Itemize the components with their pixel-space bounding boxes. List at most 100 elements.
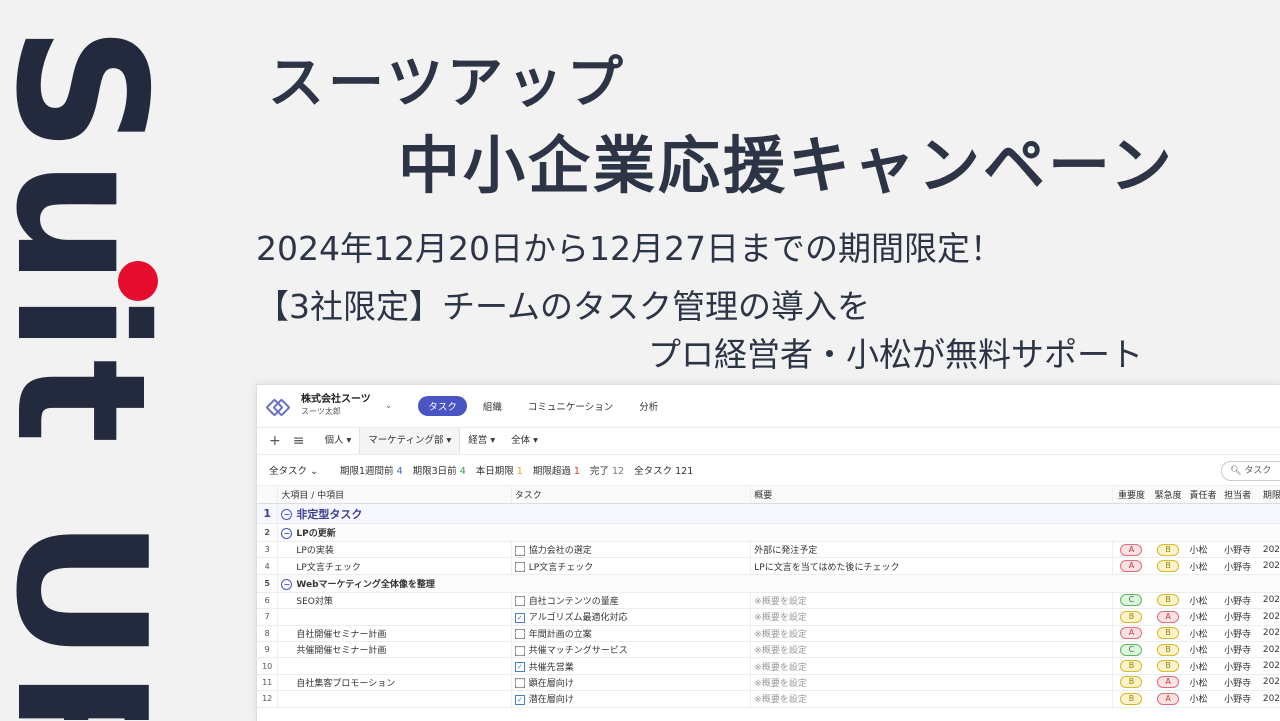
owner-cell[interactable]: 小松	[1186, 557, 1222, 575]
owner-cell[interactable]: 小松	[1186, 625, 1222, 642]
category-cell[interactable]: 自社開催セミナー計画	[277, 625, 512, 642]
checkbox-icon[interactable]	[514, 629, 525, 640]
menu-icon[interactable]: ≡	[293, 433, 305, 449]
group-cell[interactable]: − Webマーケティング全体像を整理	[277, 574, 1280, 593]
assignee-cell[interactable]: 小野寺	[1221, 690, 1260, 708]
table-row[interactable]: 8自社開催セミナー計画 年間計画の立案 ※概要を設定 A B 小松小野寺2023/03	[257, 625, 1280, 642]
table-row[interactable]: 4 LP文言チェック LP文言チェック LPに文言を当てはめた後にチェック A B 小松 小野…	[257, 557, 1280, 575]
summary-cell[interactable]: ※概要を設定	[750, 641, 1114, 659]
importance-cell[interactable]: B	[1112, 657, 1150, 675]
group-cell[interactable]: − LPの更新	[277, 523, 1280, 542]
task-cell[interactable]: 年間計画の立案	[511, 625, 752, 642]
owner-cell[interactable]: 小松	[1186, 690, 1222, 708]
tab-all[interactable]: 全体 ▾	[503, 428, 546, 454]
task-cell[interactable]: LP文言チェック	[511, 557, 752, 575]
summary-cell[interactable]: ※概要を設定	[750, 674, 1114, 692]
table-row[interactable]: 6SEO対策 自社コンテンツの量産 ※概要を設定 C B 小松小野寺2023/03	[257, 592, 1280, 610]
deadline-cell[interactable]: 2023/03	[1259, 625, 1280, 642]
urgency-cell[interactable]: B	[1149, 592, 1187, 610]
summary-cell[interactable]: ※概要を設定	[750, 690, 1114, 708]
owner-cell[interactable]: 小松	[1186, 641, 1222, 659]
table-row[interactable]: 12✓潜在層向け※概要を設定BA小松小野寺2023/03	[257, 690, 1280, 708]
urgency-cell[interactable]: A	[1149, 608, 1187, 626]
nav-communication[interactable]: コミュニケーション	[518, 396, 623, 416]
tab-management[interactable]: 経営 ▾	[460, 428, 503, 454]
checkbox-checked-icon[interactable]: ✓	[514, 662, 525, 673]
checkbox-icon[interactable]	[514, 596, 525, 607]
col-summary[interactable]: 概要	[750, 486, 1114, 504]
importance-cell[interactable]: B	[1112, 690, 1150, 708]
collapse-icon[interactable]: −	[281, 509, 293, 520]
checkbox-icon[interactable]	[514, 545, 525, 556]
nav-analytics[interactable]: 分析	[629, 396, 668, 416]
nav-organization[interactable]: 組織	[473, 396, 512, 416]
task-cell[interactable]: 顕在層向け	[511, 674, 752, 692]
category-cell[interactable]	[277, 608, 512, 626]
assignee-cell[interactable]: 小野寺	[1221, 641, 1260, 659]
importance-cell[interactable]: A	[1112, 557, 1150, 575]
checkbox-icon[interactable]	[514, 678, 525, 689]
filter-3days[interactable]: 期限3日前 4	[413, 463, 466, 477]
group-cell[interactable]: − 非定型タスク	[277, 503, 1280, 524]
checkbox-checked-icon[interactable]: ✓	[514, 694, 525, 705]
owner-cell[interactable]: 小松	[1186, 592, 1222, 610]
assignee-cell[interactable]: 小野寺	[1221, 625, 1260, 642]
assignee-cell[interactable]: 小野寺	[1221, 657, 1260, 675]
nav-tasks[interactable]: タスク	[418, 396, 467, 416]
summary-cell[interactable]: ※概要を設定	[750, 625, 1114, 642]
importance-cell[interactable]: B	[1112, 608, 1150, 626]
summary-cell[interactable]: ※概要を設定	[750, 592, 1114, 610]
checkbox-icon[interactable]	[514, 562, 525, 573]
chevron-down-icon[interactable]: ⌄	[385, 401, 393, 411]
deadline-cell[interactable]: 2023/03	[1259, 557, 1280, 575]
task-cell[interactable]: ✓ アルゴリズム最適化対応	[511, 608, 752, 626]
assignee-cell[interactable]: 小野寺	[1221, 557, 1260, 575]
task-cell[interactable]: ✓ 共催先営業	[511, 657, 752, 675]
owner-cell[interactable]: 小松	[1186, 657, 1222, 675]
deadline-cell[interactable]: 2023/03	[1259, 608, 1280, 626]
deadline-cell[interactable]: 2023/03	[1259, 641, 1280, 659]
importance-cell[interactable]: C	[1112, 641, 1150, 659]
collapse-icon[interactable]: −	[281, 578, 293, 590]
table-row[interactable]: 11自社集客プロモーション 顕在層向け ※概要を設定 B A 小松小野寺2023/03	[257, 674, 1280, 692]
filter-done[interactable]: 完了 12	[590, 463, 624, 477]
owner-cell[interactable]: 小松	[1186, 608, 1222, 626]
filter-total[interactable]: 全タスク 121	[634, 463, 693, 477]
category-cell[interactable]: SEO対策	[277, 592, 512, 610]
urgency-cell[interactable]: B	[1149, 557, 1187, 575]
task-cell[interactable]: ✓ 潜在層向け	[511, 690, 752, 708]
col-owner[interactable]: 責任者	[1186, 486, 1222, 504]
summary-cell[interactable]: ※概要を設定	[750, 657, 1114, 675]
table-row[interactable]: 1− 非定型タスク	[257, 503, 1280, 524]
company-switcher[interactable]: 株式会社スーツ スーツ太郎	[301, 394, 371, 418]
task-cell[interactable]: 協力会社の選定	[511, 541, 752, 559]
importance-cell[interactable]: A	[1112, 541, 1150, 559]
task-cell[interactable]: 自社コンテンツの量産	[511, 592, 752, 610]
tab-marketing[interactable]: マーケティング部 ▾	[359, 428, 461, 454]
urgency-cell[interactable]: A	[1149, 674, 1187, 692]
summary-cell[interactable]: LPに文言を当てはめた後にチェック	[750, 557, 1114, 575]
table-row[interactable]: 7✓アルゴリズム最適化対応※概要を設定BA小松小野寺2023/03	[257, 608, 1280, 626]
category-cell[interactable]: LP文言チェック	[277, 557, 512, 575]
urgency-cell[interactable]: B	[1149, 541, 1187, 559]
urgency-cell[interactable]: A	[1149, 690, 1187, 708]
col-urgency[interactable]: 緊急度	[1149, 486, 1187, 504]
col-deadline[interactable]: 期限	[1259, 486, 1280, 504]
owner-cell[interactable]: 小松	[1186, 674, 1222, 692]
category-cell[interactable]	[277, 657, 512, 675]
category-cell[interactable]: LPの実装	[277, 541, 512, 559]
checkbox-checked-icon[interactable]: ✓	[514, 612, 525, 623]
collapse-icon[interactable]: −	[281, 528, 293, 539]
col-assignee[interactable]: 担当者	[1221, 486, 1260, 504]
tab-personal[interactable]: 個人 ▾	[316, 428, 359, 454]
col-importance[interactable]: 重要度	[1112, 486, 1150, 504]
urgency-cell[interactable]: B	[1149, 657, 1187, 675]
category-cell[interactable]: 自社集客プロモーション	[277, 674, 512, 692]
deadline-cell[interactable]: 2023/03	[1259, 592, 1280, 610]
deadline-cell[interactable]: 2023/03	[1259, 541, 1280, 559]
table-row[interactable]: 3LPの実装 協力会社の選定 外部に発注予定 A B 小松小野寺2023/03	[257, 541, 1280, 559]
assignee-cell[interactable]: 小野寺	[1221, 592, 1260, 610]
summary-cell[interactable]: 外部に発注予定	[750, 541, 1114, 559]
deadline-cell[interactable]: 2023/03	[1259, 657, 1280, 675]
table-row[interactable]: 9共催開催セミナー計画 共催マッチングサービス ※概要を設定 C B 小松小野寺2023/…	[257, 641, 1280, 659]
